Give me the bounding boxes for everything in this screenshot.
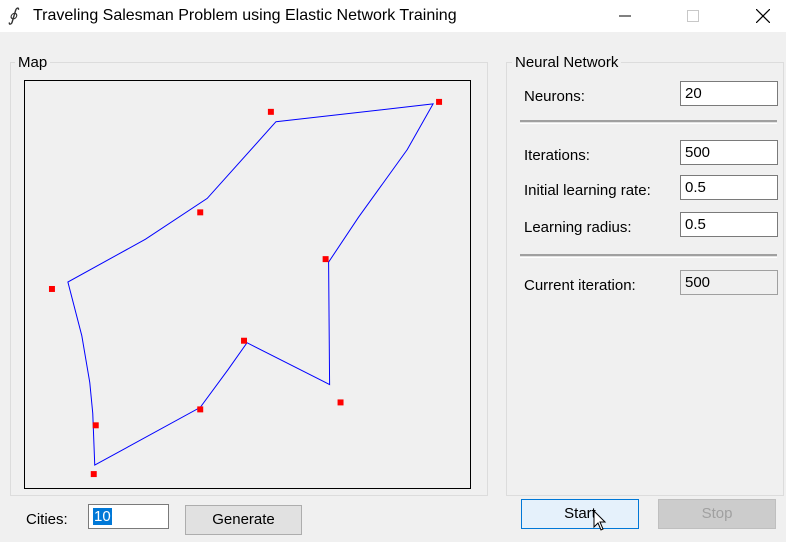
close-icon: [756, 9, 770, 23]
neural-network-group-legend: Neural Network: [512, 54, 622, 72]
city-marker: [267, 108, 274, 115]
city-marker: [90, 471, 97, 478]
city-marker: [48, 285, 55, 292]
start-button-label: Start: [564, 505, 596, 522]
learning-rate-input[interactable]: 0.5: [680, 175, 778, 200]
city-marker: [197, 406, 204, 413]
generate-button[interactable]: Generate: [185, 505, 302, 535]
current-iteration-field: 500: [680, 270, 778, 295]
stop-button: Stop: [658, 499, 776, 529]
city-marker: [197, 209, 204, 216]
iterations-label: Iterations:: [524, 147, 590, 164]
maximize-button: [670, 0, 716, 32]
neurons-input[interactable]: 20: [680, 81, 778, 106]
learning-rate-label: Initial learning rate:: [524, 182, 651, 199]
mouse-cursor-icon: [593, 510, 607, 531]
cities-value: 10: [93, 508, 112, 525]
cities-input[interactable]: 10: [88, 504, 169, 529]
function-icon: ∮: [8, 5, 18, 26]
current-iteration-label: Current iteration:: [524, 277, 636, 294]
minimize-icon: [619, 15, 631, 17]
neurons-label: Neurons:: [524, 88, 585, 105]
separator-2: [520, 254, 777, 258]
title-bar: ∮ Traveling Salesman Problem using Elast…: [0, 0, 786, 32]
learning-radius-input[interactable]: 0.5: [680, 212, 778, 237]
city-marker: [337, 399, 344, 406]
start-button[interactable]: Start: [521, 499, 639, 529]
map-group-legend: Map: [15, 54, 51, 72]
city-marker: [436, 98, 443, 105]
cities-label: Cities:: [26, 511, 68, 528]
iterations-input[interactable]: 500: [680, 140, 778, 165]
learning-radius-label: Learning radius:: [524, 219, 632, 236]
minimize-button[interactable]: [602, 0, 648, 32]
separator-1: [520, 120, 777, 124]
map-canvas: [24, 80, 471, 489]
city-marker: [241, 337, 248, 344]
close-button[interactable]: [740, 0, 786, 32]
maximize-icon: [687, 10, 699, 22]
city-marker: [322, 256, 329, 263]
elastic-route: [67, 103, 435, 466]
window-title: Traveling Salesman Problem using Elastic…: [33, 7, 457, 24]
city-marker: [92, 422, 99, 429]
